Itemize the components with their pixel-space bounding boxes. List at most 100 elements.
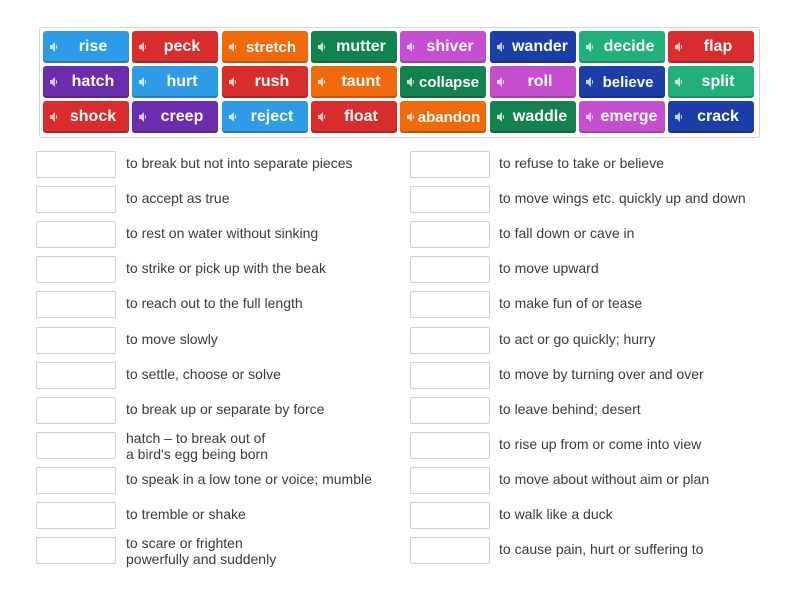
tile-word: abandon <box>417 108 481 126</box>
speaker-icon[interactable] <box>50 77 58 87</box>
word-tile-stretch[interactable]: stretch <box>222 31 308 63</box>
answer-slot-right-1[interactable] <box>410 151 490 178</box>
answer-slot-left-9[interactable] <box>36 432 116 459</box>
definition-line: to make fun of or tease <box>499 295 643 311</box>
answer-slot-left-6[interactable] <box>36 327 116 354</box>
answer-slot-left-2[interactable] <box>36 186 116 213</box>
definition-right-1: to refuse to take or believe <box>499 155 664 171</box>
definition-line: to act or go quickly; hurry <box>499 331 656 347</box>
word-tile-peck[interactable]: peck <box>132 31 218 63</box>
speaker-icon[interactable] <box>675 112 683 122</box>
answer-slot-right-9[interactable] <box>410 432 490 459</box>
word-tile-reject[interactable]: reject <box>222 101 308 133</box>
word-tile-wander[interactable]: wander <box>490 31 576 63</box>
tile-word: hatch <box>71 73 115 90</box>
answer-slot-right-2[interactable] <box>410 186 490 213</box>
speaker-icon[interactable] <box>675 42 683 52</box>
answer-slot-right-7[interactable] <box>410 362 490 389</box>
answer-slot-left-7[interactable] <box>36 362 116 389</box>
speaker-icon[interactable] <box>318 42 326 52</box>
speaker-icon[interactable] <box>675 77 683 87</box>
definition-line: to move by turning over and over <box>499 366 704 382</box>
speaker-icon[interactable] <box>497 77 505 87</box>
answer-slot-left-5[interactable] <box>36 291 116 318</box>
definition-right-8: to leave behind; desert <box>499 401 641 417</box>
definition-right-3: to fall down or cave in <box>499 225 634 241</box>
tile-word: taunt <box>341 73 381 90</box>
speaker-icon[interactable] <box>407 112 415 122</box>
word-tile-rise[interactable]: rise <box>43 31 129 63</box>
definition-right-12: to cause pain, hurt or suffering to <box>499 541 703 557</box>
speaker-icon[interactable] <box>586 112 594 122</box>
answer-slot-left-11[interactable] <box>36 502 116 529</box>
answer-slot-left-10[interactable] <box>36 467 116 494</box>
word-tile-mutter[interactable]: mutter <box>311 31 397 63</box>
word-tile-shock[interactable]: shock <box>43 101 129 133</box>
answer-slot-left-1[interactable] <box>36 151 116 178</box>
tile-word: wander <box>511 38 568 55</box>
word-tile-believe[interactable]: believe <box>579 66 665 98</box>
definition-line: to rest on water without sinking <box>126 225 319 241</box>
speaker-icon[interactable] <box>497 42 505 52</box>
word-tile-abandon[interactable]: abandon <box>400 101 486 133</box>
word-tile-shiver[interactable]: shiver <box>400 31 486 63</box>
speaker-icon[interactable] <box>50 42 58 52</box>
word-tile-creep[interactable]: creep <box>132 101 218 133</box>
tile-word: roll <box>527 73 553 90</box>
speaker-icon[interactable] <box>586 77 594 87</box>
answer-slot-left-8[interactable] <box>36 397 116 424</box>
speaker-icon[interactable] <box>497 112 505 122</box>
definition-line: to cause pain, hurt or suffering to <box>499 541 704 557</box>
word-tile-flap[interactable]: flap <box>668 31 754 63</box>
definition-line: to tremble or shake <box>126 506 246 522</box>
definition-left-9: hatch – to break out of a bird's egg bein… <box>126 430 268 462</box>
word-tile-rush[interactable]: rush <box>222 66 308 98</box>
word-tile-hurt[interactable]: hurt <box>132 66 218 98</box>
definition-right-5: to make fun of or tease <box>499 295 642 311</box>
answer-slot-right-11[interactable] <box>410 502 490 529</box>
word-tile-crack[interactable]: crack <box>668 101 754 133</box>
answer-slot-right-12[interactable] <box>410 537 490 564</box>
word-tile-waddle[interactable]: waddle <box>490 101 576 133</box>
word-tile-roll[interactable]: roll <box>490 66 576 98</box>
answer-slot-right-5[interactable] <box>410 291 490 318</box>
answer-slot-right-8[interactable] <box>410 397 490 424</box>
word-tile-hatch[interactable]: hatch <box>43 66 129 98</box>
speaker-icon[interactable] <box>139 112 147 122</box>
tile-word: hurt <box>166 73 198 90</box>
word-tile-taunt[interactable]: taunt <box>311 66 397 98</box>
answer-slot-right-10[interactable] <box>410 467 490 494</box>
answer-slot-right-4[interactable] <box>410 256 490 283</box>
word-tile-decide[interactable]: decide <box>579 31 665 63</box>
answer-slot-left-12[interactable] <box>36 537 116 564</box>
speaker-icon[interactable] <box>229 112 237 122</box>
speaker-icon[interactable] <box>50 112 58 122</box>
word-tile-float[interactable]: float <box>311 101 397 133</box>
speaker-icon[interactable] <box>318 112 326 122</box>
speaker-icon[interactable] <box>229 77 237 87</box>
answer-slot-left-3[interactable] <box>36 221 116 248</box>
answer-slot-right-6[interactable] <box>410 327 490 354</box>
tile-word: shock <box>69 108 117 125</box>
speaker-icon[interactable] <box>407 42 415 52</box>
tile-word: reject <box>250 108 294 125</box>
definition-line: to fall down or cave in <box>499 225 635 241</box>
word-tile-collapse[interactable]: collapse <box>400 66 486 98</box>
definition-right-9: to rise up from or come into view <box>499 436 701 452</box>
answer-slot-left-4[interactable] <box>36 256 116 283</box>
definition-left-2: to accept as true <box>126 190 230 206</box>
answer-slot-right-3[interactable] <box>410 221 490 248</box>
tile-word: decide <box>603 38 655 55</box>
speaker-icon[interactable] <box>407 77 415 87</box>
speaker-icon[interactable] <box>229 42 237 52</box>
speaker-icon[interactable] <box>318 77 326 87</box>
word-tile-split[interactable]: split <box>668 66 754 98</box>
speaker-icon[interactable] <box>139 77 147 87</box>
speaker-icon[interactable] <box>139 42 147 52</box>
definition-left-6: to move slowly <box>126 331 218 347</box>
speaker-icon[interactable] <box>586 42 594 52</box>
tile-word: rush <box>254 73 290 90</box>
word-tile-emerge[interactable]: emerge <box>579 101 665 133</box>
definition-line: to scare or frighten <box>126 535 243 551</box>
definition-line: to leave behind; desert <box>499 401 641 417</box>
